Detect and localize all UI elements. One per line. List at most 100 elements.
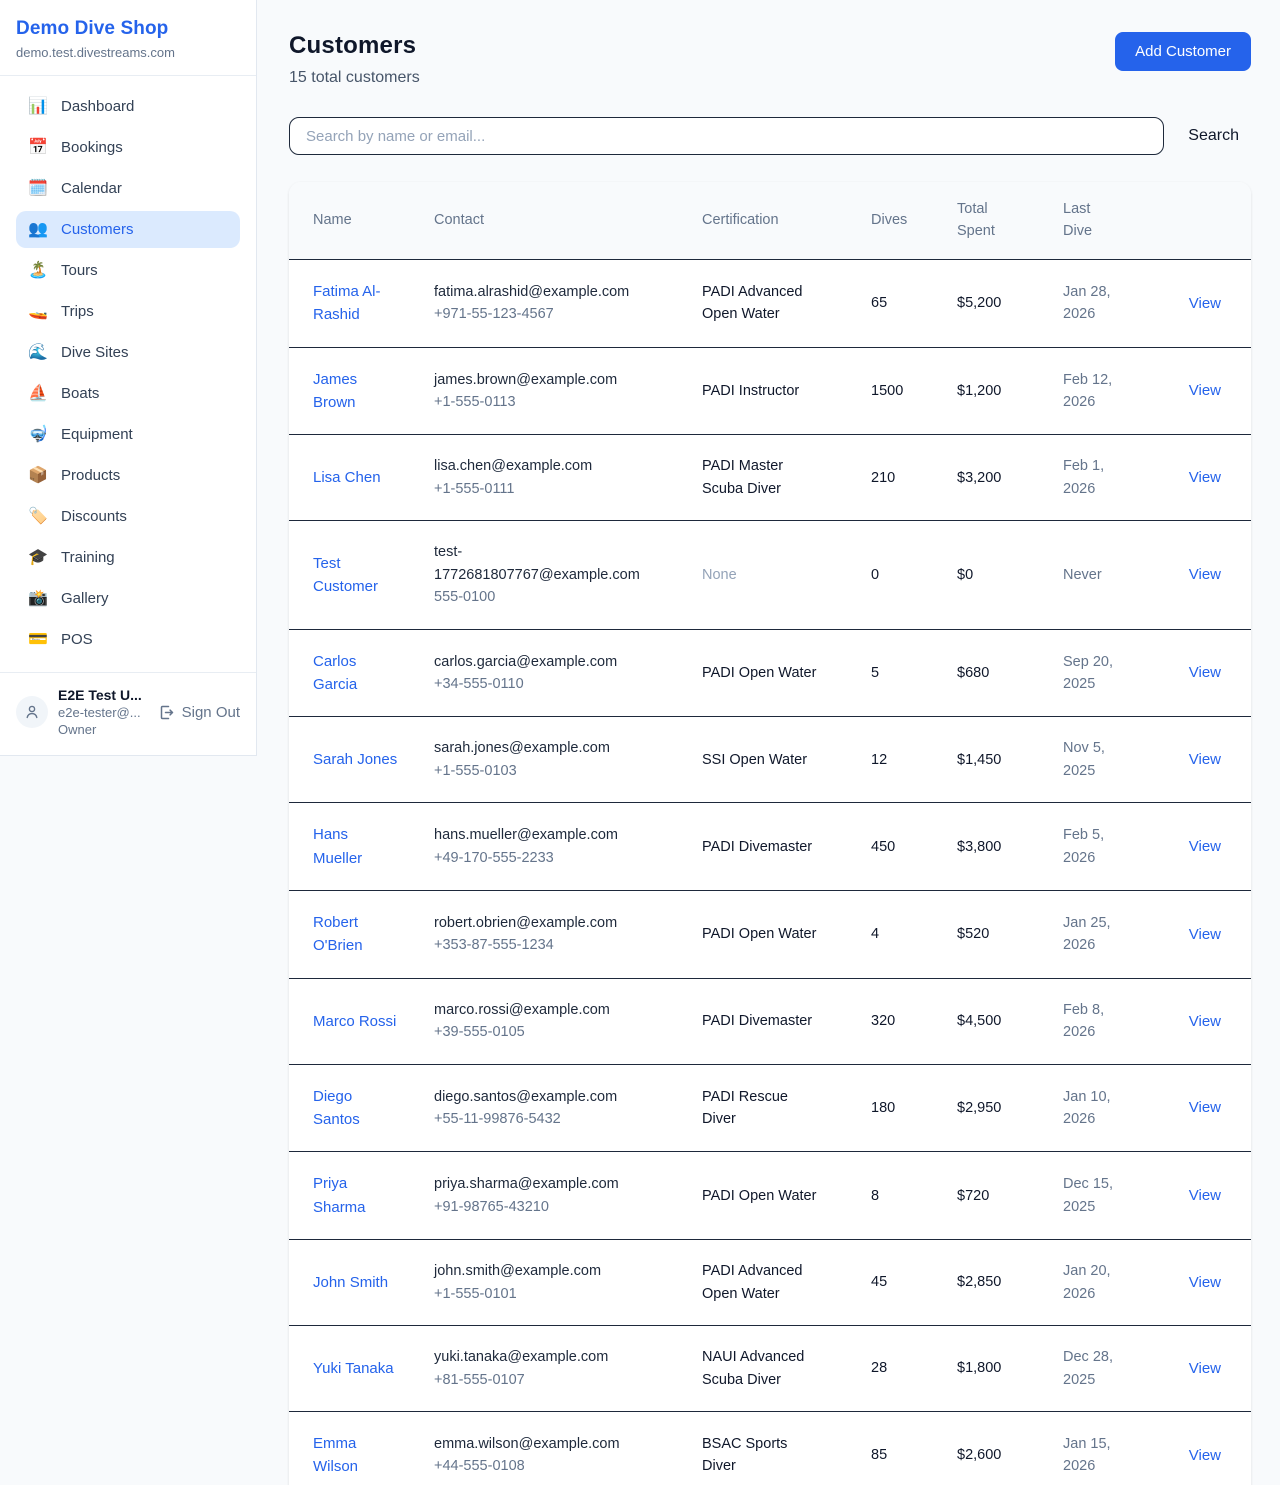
view-link[interactable]: View (1189, 382, 1221, 399)
bar-chart-icon: 📊 (28, 99, 48, 115)
customer-name-link[interactable]: Yuki Tanaka (313, 1357, 394, 1380)
customer-name-link[interactable]: John Smith (313, 1271, 388, 1294)
add-customer-button[interactable]: Add Customer (1115, 32, 1251, 71)
last-dive-date: Feb 8, 2026 (1063, 999, 1119, 1044)
view-link[interactable]: View (1189, 1360, 1221, 1377)
last-dive-date: Dec 28, 2025 (1063, 1346, 1119, 1391)
view-link[interactable]: View (1189, 1187, 1221, 1204)
sidebar-item-dive-sites[interactable]: 🌊 Dive Sites (16, 334, 240, 371)
view-link[interactable]: View (1189, 926, 1221, 943)
sidebar-item-calendar[interactable]: 🗓️ Calendar (16, 170, 240, 207)
island-icon: 🏝️ (28, 263, 48, 279)
sign-out-button[interactable]: Sign Out (158, 704, 240, 721)
sidebar-item-label: Tours (61, 262, 98, 279)
customer-phone: +39-555-0105 (434, 1021, 686, 1043)
page-title-block: Customers 15 total customers (289, 32, 420, 87)
col-header-action (1159, 182, 1251, 259)
sidebar-header: Demo Dive Shop demo.test.divestreams.com (0, 0, 256, 76)
certification: None (702, 564, 737, 586)
view-link[interactable]: View (1189, 566, 1221, 583)
customer-email: john.smith@example.com (434, 1260, 648, 1282)
sidebar-item-label: Equipment (61, 426, 133, 443)
table-row: James Brown james.brown@example.com +1-5… (289, 347, 1251, 435)
graduation-cap-icon: 🎓 (28, 550, 48, 566)
certification: PADI Rescue Diver (702, 1086, 818, 1131)
total-spent: $2,600 (957, 1447, 1001, 1463)
table-row: Sarah Jones sarah.jones@example.com +1-5… (289, 717, 1251, 803)
certification: SSI Open Water (702, 749, 807, 771)
search-button[interactable]: Search (1168, 119, 1251, 153)
view-link[interactable]: View (1189, 838, 1221, 855)
sidebar-item-pos[interactable]: 💳 POS (16, 621, 240, 658)
dives-count: 45 (871, 1274, 887, 1290)
view-link[interactable]: View (1189, 1447, 1221, 1464)
sidebar-item-label: Products (61, 467, 120, 484)
user-name: E2E Test U... (58, 687, 148, 703)
customers-table-card: Name Contact Certification Dives Total S… (289, 182, 1251, 1485)
sidebar-item-products[interactable]: 📦 Products (16, 457, 240, 494)
sidebar-item-label: POS (61, 631, 93, 648)
dives-count: 450 (871, 839, 895, 855)
customer-name-link[interactable]: Emma Wilson (313, 1432, 399, 1479)
total-spent: $720 (957, 1188, 989, 1204)
customer-name-link[interactable]: Diego Santos (313, 1085, 399, 1132)
customer-name-link[interactable]: Marco Rossi (313, 1010, 396, 1033)
dives-count: 4 (871, 926, 879, 942)
sidebar-nav: 📊 Dashboard 📅 Bookings 🗓️ Calendar 👥 Cus… (0, 76, 256, 672)
table-row: Emma Wilson emma.wilson@example.com +44-… (289, 1412, 1251, 1485)
last-dive-date: Dec 15, 2025 (1063, 1173, 1119, 1218)
customer-name-link[interactable]: Carlos Garcia (313, 650, 399, 697)
last-dive-date: Feb 1, 2026 (1063, 455, 1119, 500)
sidebar-item-gallery[interactable]: 📸 Gallery (16, 580, 240, 617)
people-icon: 👥 (28, 222, 48, 238)
customer-name-link[interactable]: Sarah Jones (313, 748, 397, 771)
sidebar-item-discounts[interactable]: 🏷️ Discounts (16, 498, 240, 535)
customer-name-link[interactable]: James Brown (313, 368, 399, 415)
customer-name-link[interactable]: Test Customer (313, 552, 399, 599)
table-row: Priya Sharma priya.sharma@example.com +9… (289, 1152, 1251, 1240)
dives-count: 210 (871, 470, 895, 486)
total-spent: $1,800 (957, 1360, 1001, 1376)
view-link[interactable]: View (1189, 295, 1221, 312)
sidebar-item-bookings[interactable]: 📅 Bookings (16, 129, 240, 166)
customer-phone: +34-555-0110 (434, 673, 686, 695)
sidebar: Demo Dive Shop demo.test.divestreams.com… (0, 0, 257, 756)
sidebar-item-boats[interactable]: ⛵ Boats (16, 375, 240, 412)
view-link[interactable]: View (1189, 1013, 1221, 1030)
customer-name-link[interactable]: Fatima Al-Rashid (313, 280, 399, 327)
avatar (16, 696, 48, 728)
customer-phone: +1-555-0111 (434, 478, 686, 500)
dives-count: 8 (871, 1188, 879, 1204)
app-screen: Demo Dive Shop demo.test.divestreams.com… (0, 0, 1280, 1485)
sidebar-item-customers[interactable]: 👥 Customers (16, 211, 240, 248)
total-spent: $1,200 (957, 383, 1001, 399)
customer-name-link[interactable]: Lisa Chen (313, 466, 381, 489)
view-link[interactable]: View (1189, 1274, 1221, 1291)
total-spent: $2,850 (957, 1274, 1001, 1290)
customer-name-link[interactable]: Hans Mueller (313, 823, 399, 870)
customer-name-link[interactable]: Robert O'Brien (313, 911, 399, 958)
dives-count: 12 (871, 752, 887, 768)
view-link[interactable]: View (1189, 664, 1221, 681)
view-link[interactable]: View (1189, 1099, 1221, 1116)
sidebar-item-tours[interactable]: 🏝️ Tours (16, 252, 240, 289)
sidebar-item-training[interactable]: 🎓 Training (16, 539, 240, 576)
table-row: Lisa Chen lisa.chen@example.com +1-555-0… (289, 435, 1251, 521)
col-header-name: Name (289, 182, 434, 259)
diving-mask-icon: 🤿 (28, 427, 48, 443)
dives-count: 320 (871, 1013, 895, 1029)
sidebar-item-equipment[interactable]: 🤿 Equipment (16, 416, 240, 453)
table-row: Hans Mueller hans.mueller@example.com +4… (289, 803, 1251, 891)
view-link[interactable]: View (1189, 469, 1221, 486)
sidebar-item-trips[interactable]: 🚤 Trips (16, 293, 240, 330)
customer-email: test-1772681807767@example.com (434, 541, 648, 586)
customer-phone: +49-170-555-2233 (434, 847, 686, 869)
view-link[interactable]: View (1189, 751, 1221, 768)
sidebar-item-label: Dashboard (61, 98, 134, 115)
sidebar-item-dashboard[interactable]: 📊 Dashboard (16, 88, 240, 125)
customer-name-link[interactable]: Priya Sharma (313, 1172, 399, 1219)
table-row: Fatima Al-Rashid fatima.alrashid@example… (289, 259, 1251, 347)
search-input[interactable] (289, 117, 1164, 155)
customer-phone: +1-555-0113 (434, 391, 686, 413)
col-header-contact: Contact (434, 182, 702, 259)
